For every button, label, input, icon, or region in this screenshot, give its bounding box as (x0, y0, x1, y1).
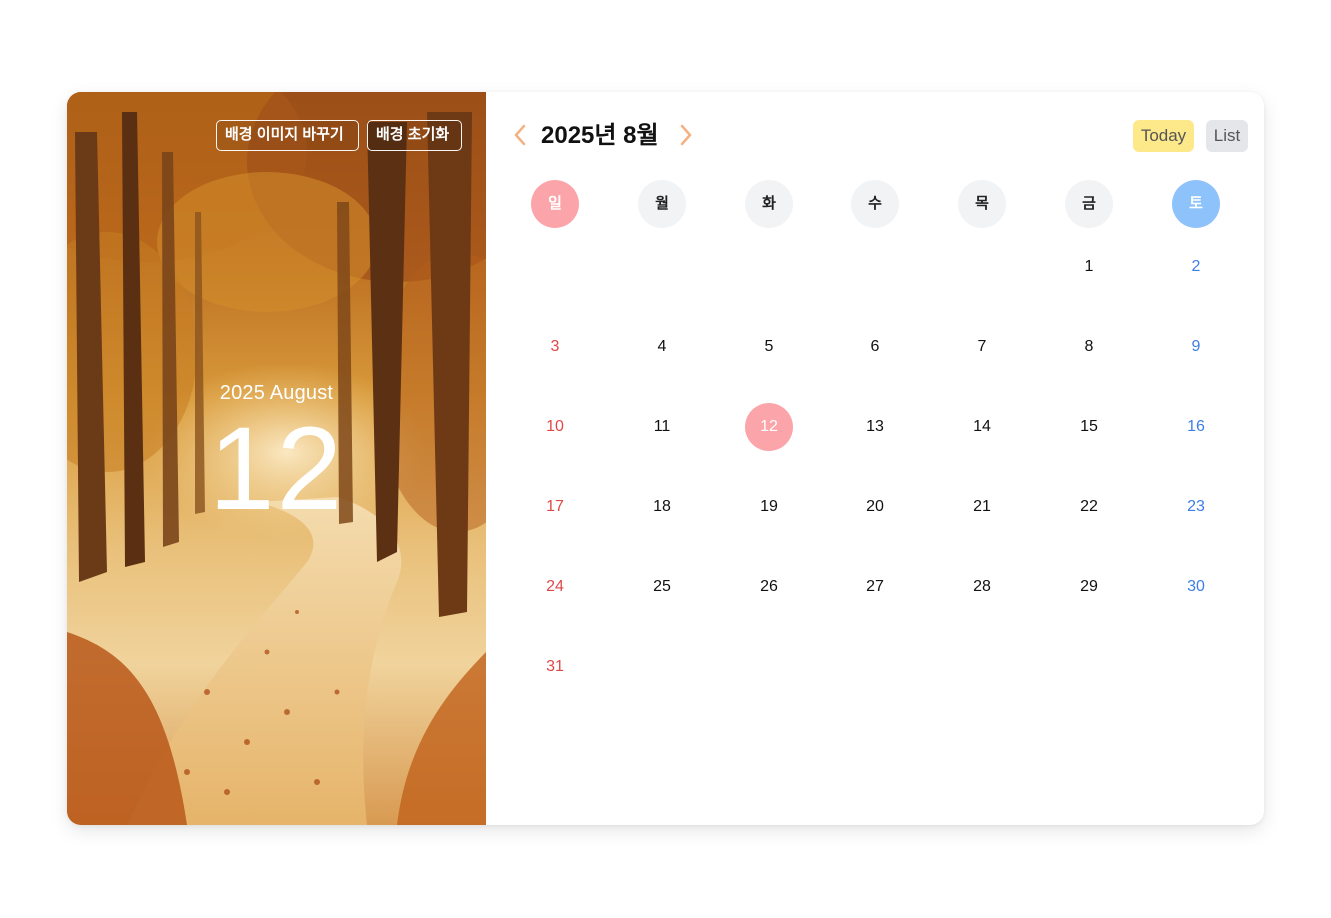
previous-month-button[interactable] (509, 120, 533, 150)
month-title: 2025년 8월 (541, 122, 659, 149)
day-cell[interactable]: 10 (531, 403, 579, 451)
day-cell[interactable]: 19 (745, 483, 793, 531)
weekday-header: 토 (1172, 180, 1220, 228)
hero-day-number: 12 (208, 403, 345, 535)
day-cell[interactable]: 29 (1065, 563, 1113, 611)
today-button[interactable]: Today (1133, 120, 1194, 152)
day-cell[interactable]: 7 (958, 323, 1006, 371)
hero-month-label: 2025 August (219, 382, 334, 404)
day-cell[interactable]: 18 (638, 483, 686, 531)
day-cell[interactable]: 13 (851, 403, 899, 451)
weekday-header: 목 (958, 180, 1006, 228)
day-cell[interactable]: 20 (851, 483, 899, 531)
background-photo-panel: 배경 이미지 바꾸기 배경 초기화 2025 August 12 (67, 92, 486, 825)
day-cell[interactable]: 6 (851, 323, 899, 371)
change-background-button[interactable]: 배경 이미지 바꾸기 (216, 120, 359, 151)
day-cell[interactable]: 15 (1065, 403, 1113, 451)
day-cell[interactable]: 16 (1172, 403, 1220, 451)
day-cell[interactable]: 3 (531, 323, 579, 371)
day-cell[interactable]: 30 (1172, 563, 1220, 611)
weekday-header: 일 (531, 180, 579, 228)
day-cell[interactable]: 11 (638, 403, 686, 451)
reset-background-button[interactable]: 배경 초기화 (367, 120, 462, 151)
list-view-button[interactable]: List (1206, 120, 1248, 152)
day-cell[interactable]: 31 (531, 643, 579, 691)
day-cell[interactable]: 27 (851, 563, 899, 611)
day-cell[interactable]: 8 (1065, 323, 1113, 371)
day-cell[interactable]: 14 (958, 403, 1006, 451)
day-cell-today[interactable]: 12 (745, 403, 793, 451)
chevron-left-icon (514, 124, 526, 146)
day-cell[interactable]: 25 (638, 563, 686, 611)
day-cell[interactable]: 4 (638, 323, 686, 371)
day-cell[interactable]: 26 (745, 563, 793, 611)
day-cell[interactable]: 2 (1172, 243, 1220, 291)
day-cell[interactable]: 24 (531, 563, 579, 611)
weekday-header: 화 (745, 180, 793, 228)
day-cell[interactable]: 5 (745, 323, 793, 371)
weekday-header: 수 (851, 180, 899, 228)
day-cell[interactable]: 22 (1065, 483, 1113, 531)
chevron-right-icon (680, 124, 692, 146)
day-cell[interactable]: 1 (1065, 243, 1113, 291)
day-cell[interactable]: 17 (531, 483, 579, 531)
calendar-card: 배경 이미지 바꾸기 배경 초기화 2025 August 12 2025년 8… (67, 92, 1264, 825)
day-cell[interactable]: 21 (958, 483, 1006, 531)
next-month-button[interactable] (673, 120, 697, 150)
weekday-header: 금 (1065, 180, 1113, 228)
day-cell[interactable]: 9 (1172, 323, 1220, 371)
calendar-panel: 2025년 8월 Today List 일월화수목금토 1 2 3 4 5 6 7 8 9 10 1… (486, 92, 1264, 825)
weekday-header: 월 (638, 180, 686, 228)
day-cell[interactable]: 28 (958, 563, 1006, 611)
day-cell[interactable]: 23 (1172, 483, 1220, 531)
